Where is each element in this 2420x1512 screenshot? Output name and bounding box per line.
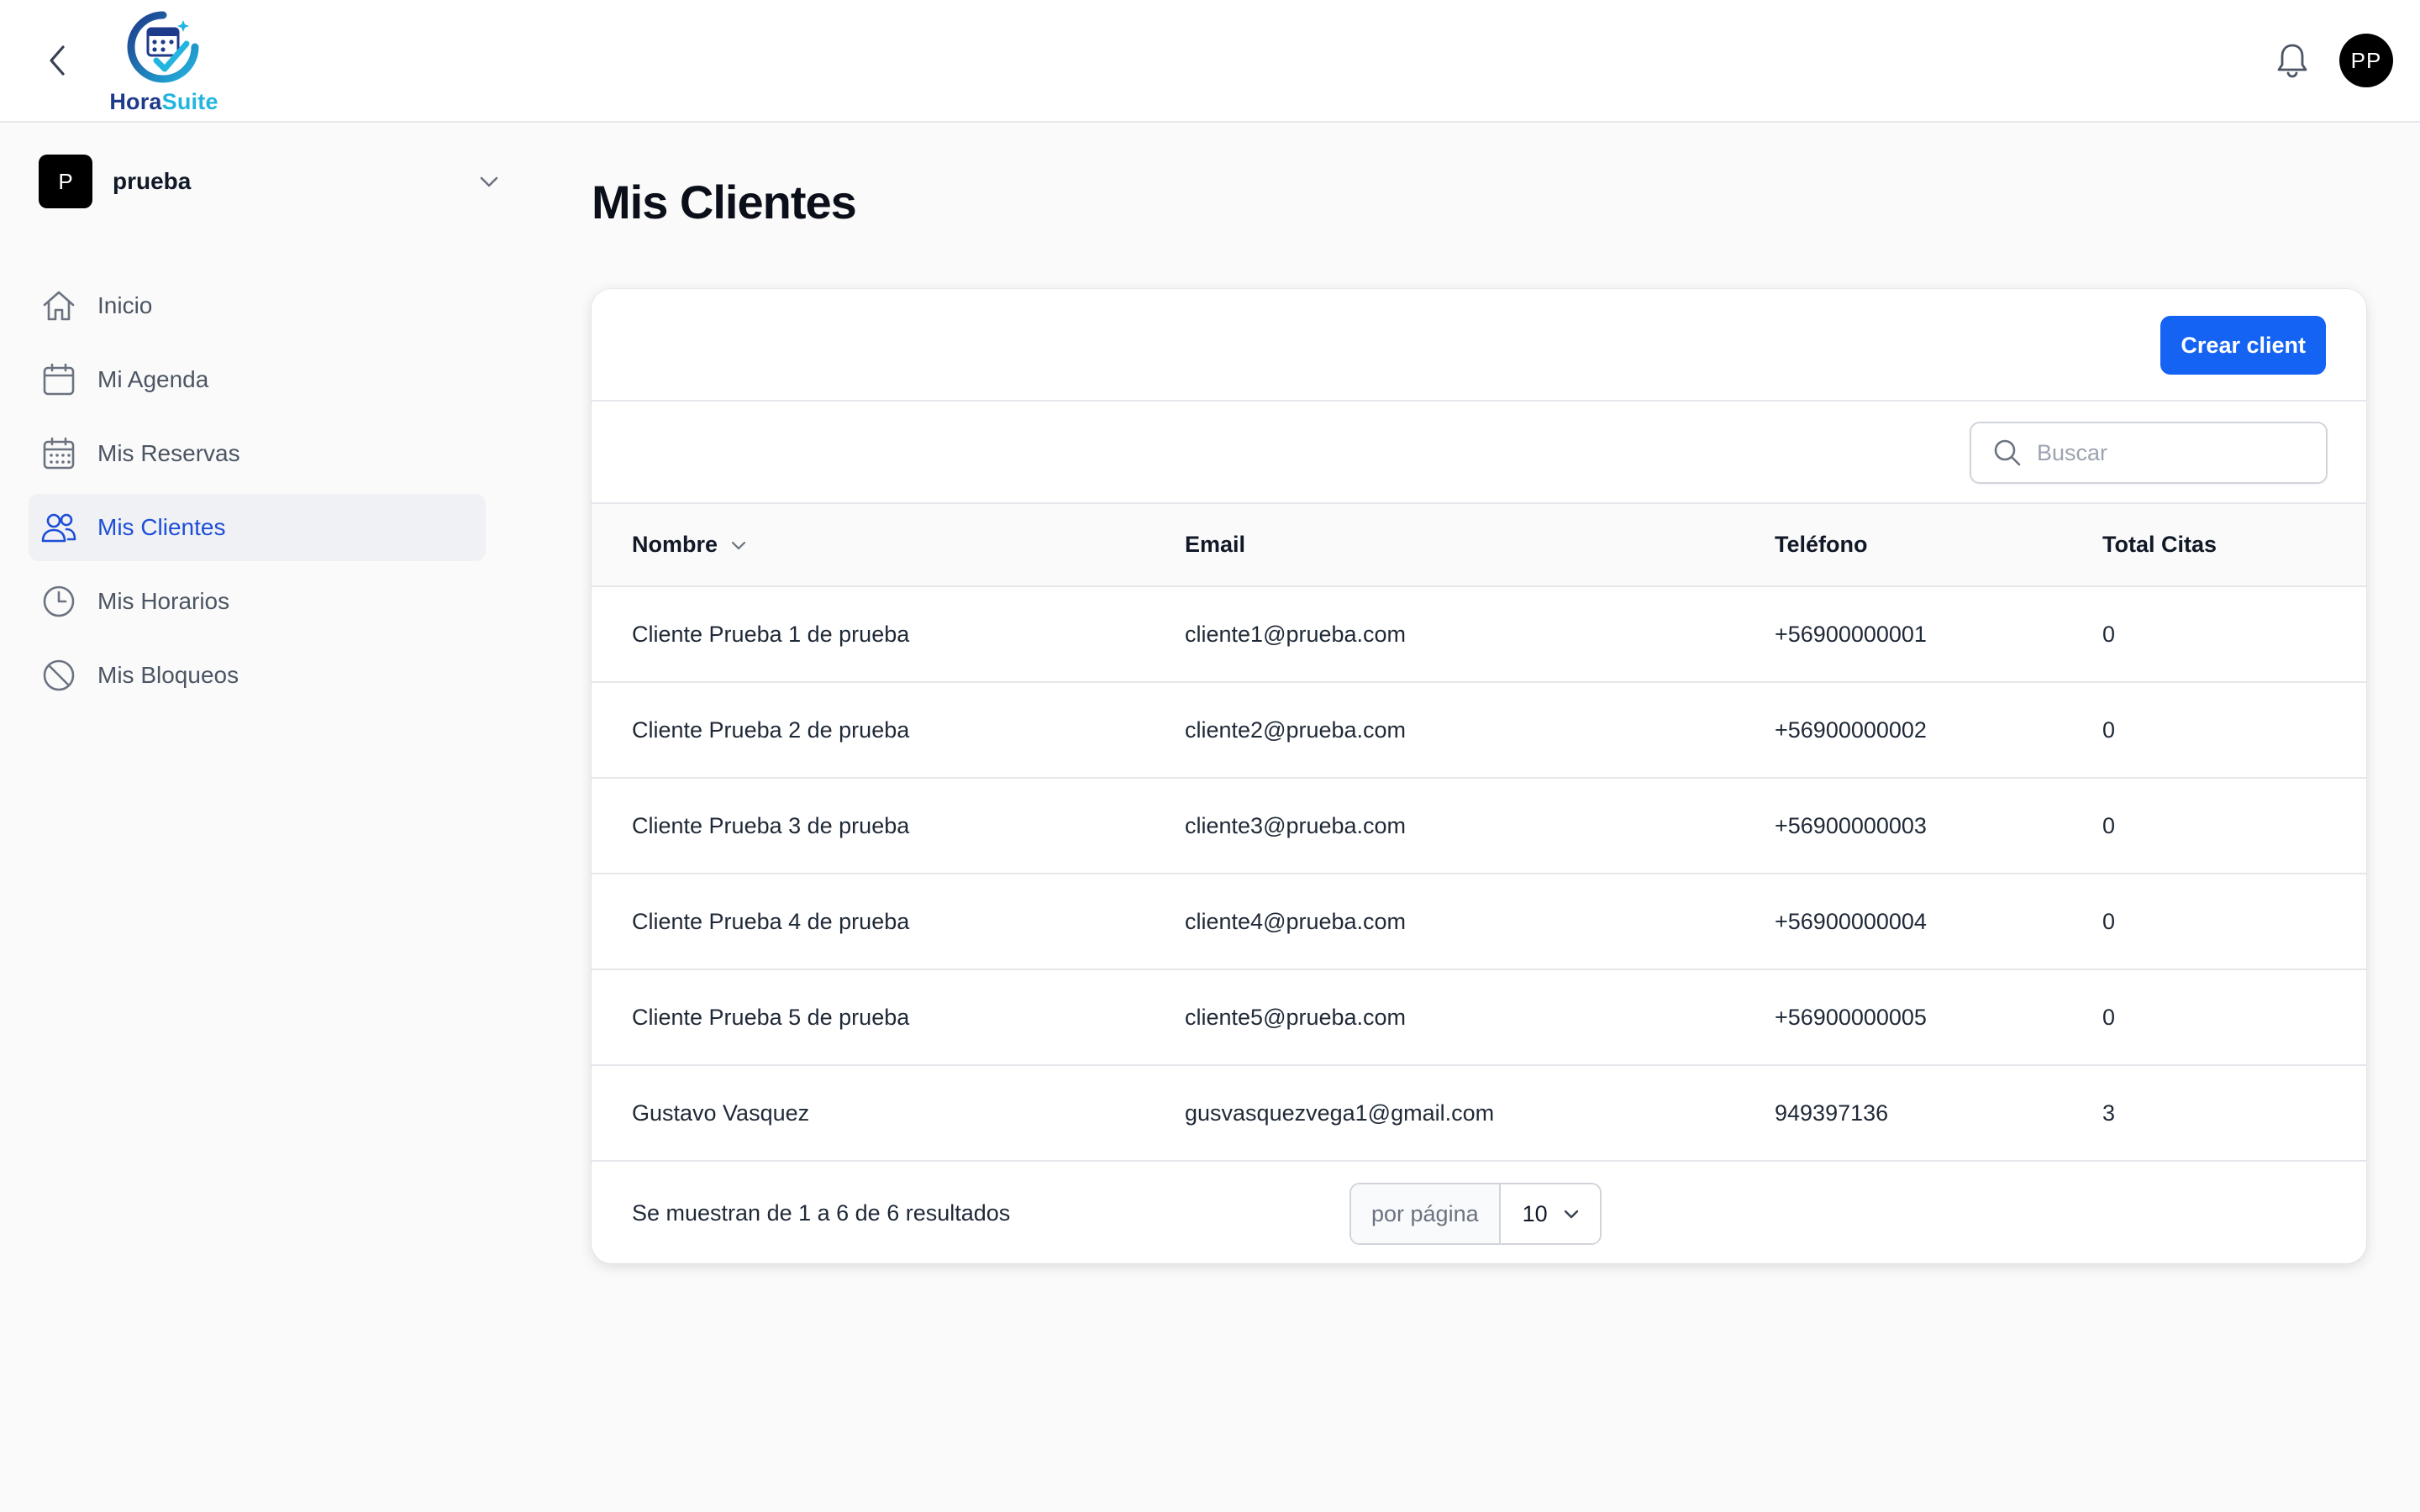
cell-email: cliente4@prueba.com [1185,874,1775,970]
calendar-icon [40,361,77,398]
cell-telefono: +56900000004 [1775,874,2102,970]
table-row[interactable]: Cliente Prueba 4 de prueba cliente4@prue… [592,874,2366,970]
cell-email: cliente2@prueba.com [1185,682,1775,779]
cell-email: cliente5@prueba.com [1185,969,1775,1066]
clients-card: Crear client Nombre [592,289,2366,1263]
cell-total-citas: 0 [2102,682,2366,779]
table-toolbar [592,402,2366,504]
users-icon [40,509,77,546]
search-input[interactable] [2035,438,2304,467]
chevron-down-icon [731,541,746,549]
workspace-name: prueba [113,168,192,194]
card-header: Crear client [592,289,2366,402]
cell-nombre: Cliente Prueba 1 de prueba [592,586,1185,683]
cell-telefono: +56900000005 [1775,969,2102,1066]
sidebar-item-mis-clientes[interactable]: Mis Clientes [29,494,486,561]
ban-icon [40,657,77,694]
brand-name-part1: Hora [109,89,162,114]
workspace-selector[interactable]: P prueba [39,155,501,208]
cell-total-citas: 3 [2102,1065,2366,1162]
column-header-email: Email [1185,504,1775,587]
back-button[interactable] [37,37,77,84]
cell-telefono: +56900000002 [1775,682,2102,779]
brand-name: HoraSuite [101,89,227,115]
sidebar-item-inicio[interactable]: Inicio [29,272,486,339]
workspace-badge: P [39,155,92,208]
results-summary: Se muestran de 1 a 6 de 6 resultados [632,1200,1011,1226]
column-header-label: Nombre [632,532,718,557]
per-page-value: 10 [1522,1200,1548,1226]
table-row[interactable]: Cliente Prueba 3 de prueba cliente3@prue… [592,778,2366,874]
chevron-left-icon [50,45,65,76]
chevron-down-icon [480,176,498,187]
column-header-telefono: Teléfono [1775,504,2102,587]
top-bar: HoraSuite PP [0,0,2420,123]
cell-telefono: +56900000001 [1775,586,2102,683]
table-row[interactable]: Cliente Prueba 1 de prueba cliente1@prue… [592,586,2366,683]
per-page-select[interactable]: 10 [1500,1184,1600,1243]
cell-total-citas: 0 [2102,778,2366,874]
table-header-row: Nombre Email Teléfono Total Citas [592,504,2366,587]
cell-telefono: 949397136 [1775,1065,2102,1162]
user-avatar[interactable]: PP [2339,34,2393,87]
clock-icon [40,583,77,620]
cell-email: cliente1@prueba.com [1185,586,1775,683]
cell-nombre: Cliente Prueba 4 de prueba [592,874,1185,970]
bell-icon [2277,44,2307,78]
table-row[interactable]: Cliente Prueba 5 de prueba cliente5@prue… [592,969,2366,1066]
search-icon [1994,439,2021,466]
column-header-nombre[interactable]: Nombre [592,504,1185,587]
brand-name-part2: Suite [161,89,218,114]
sidebar-item-label: Mis Clientes [97,514,226,540]
sidebar-item-mis-horarios[interactable]: Mis Horarios [29,568,486,635]
sidebar-item-label: Mis Bloqueos [97,662,239,688]
per-page-label: por página [1351,1184,1501,1243]
cell-telefono: +56900000003 [1775,778,2102,874]
cell-nombre: Cliente Prueba 2 de prueba [592,682,1185,779]
sidebar-item-mi-agenda[interactable]: Mi Agenda [29,346,486,413]
create-client-button[interactable]: Crear client [2160,316,2326,375]
sidebar-item-label: Mis Horarios [97,588,230,614]
sidebar-item-label: Inicio [97,292,153,318]
cell-total-citas: 0 [2102,969,2366,1066]
notifications-button[interactable] [2270,39,2314,82]
per-page-control: por página 10 [1349,1183,1602,1245]
sidebar-nav: Inicio Mi Agenda Mis Reservas Mis Client… [29,272,486,716]
home-icon [40,287,77,324]
sidebar-item-mis-bloqueos[interactable]: Mis Bloqueos [29,642,486,709]
sidebar-item-label: Mis Reservas [97,440,240,466]
cell-nombre: Cliente Prueba 3 de prueba [592,778,1185,874]
horasuite-logo[interactable]: HoraSuite [101,8,227,115]
table-footer: Se muestran de 1 a 6 de 6 resultados por… [592,1163,2366,1263]
chevron-down-icon [1564,1210,1578,1219]
clients-table: Nombre Email Teléfono Total Citas Client… [592,504,2366,1162]
sidebar-item-label: Mi Agenda [97,366,209,392]
page-title: Mis Clientes [592,176,857,228]
column-header-total-citas: Total Citas [2102,504,2366,587]
cell-email: cliente3@prueba.com [1185,778,1775,874]
calendar-days-icon [40,435,77,472]
cell-total-citas: 0 [2102,586,2366,683]
sidebar-item-mis-reservas[interactable]: Mis Reservas [29,420,486,487]
cell-total-citas: 0 [2102,874,2366,970]
cell-nombre: Cliente Prueba 5 de prueba [592,969,1185,1066]
table-row[interactable]: Cliente Prueba 2 de prueba cliente2@prue… [592,682,2366,779]
table-row[interactable]: Gustavo Vasquez gusvasquezvega1@gmail.co… [592,1065,2366,1162]
search-box[interactable] [1970,422,2328,484]
cell-email: gusvasquezvega1@gmail.com [1185,1065,1775,1162]
cell-nombre: Gustavo Vasquez [592,1065,1185,1162]
logo-mark-icon [127,11,199,83]
